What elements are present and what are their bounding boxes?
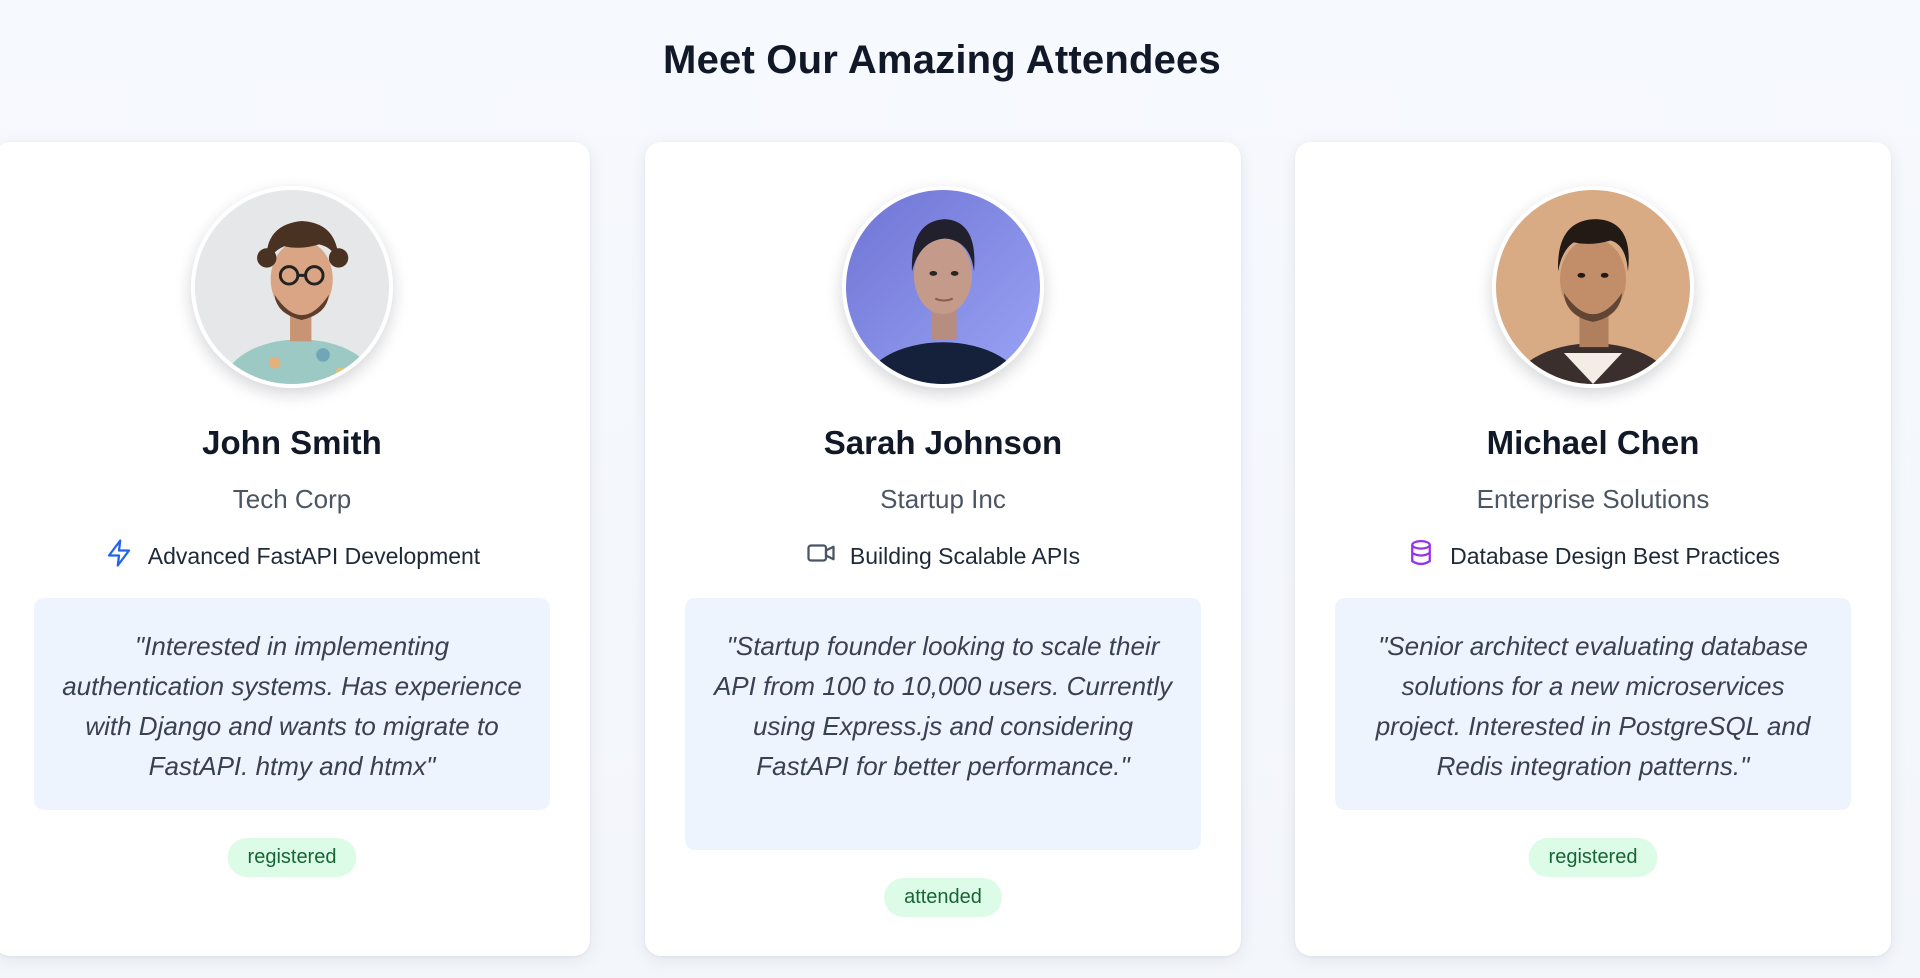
attendee-name: John Smith [202, 424, 382, 461]
page-title: Meet Our Amazing Attendees [663, 38, 1221, 82]
attendee-card: John Smith Tech Corp Advanced FastAPI De… [0, 142, 590, 956]
status-badge: attended [884, 878, 1002, 917]
topic-label: Advanced FastAPI Development [147, 542, 481, 569]
status-badge: registered [1528, 838, 1658, 877]
attendee-company: Enterprise Solutions [1476, 484, 1710, 514]
video-icon [806, 538, 836, 574]
attendee-topic: Building Scalable APIs [645, 538, 1241, 574]
attendee-company: Startup Inc [880, 484, 1006, 514]
attendee-topic: Advanced FastAPI Development [0, 538, 590, 574]
avatar [1492, 186, 1694, 388]
attendee-cards: John Smith Tech Corp Advanced FastAPI De… [0, 142, 1920, 956]
attendee-quote: "Startup founder looking to scale their … [685, 598, 1201, 850]
attendee-name: Sarah Johnson [823, 424, 1063, 461]
avatar [842, 186, 1044, 388]
lightning-icon [104, 538, 134, 574]
status-badge: registered [227, 838, 357, 877]
attendee-card: Michael Chen Enterprise Solutions Databa… [1295, 142, 1891, 956]
attendee-card: Sarah Johnson Startup Inc Building Scala… [645, 142, 1241, 956]
topic-label: Building Scalable APIs [849, 542, 1081, 569]
avatar [191, 186, 393, 388]
topic-label: Database Design Best Practices [1450, 542, 1780, 569]
attendee-topic: Database Design Best Practices [1295, 538, 1891, 574]
database-icon [1406, 538, 1436, 574]
attendee-name: Michael Chen [1486, 424, 1700, 461]
attendee-quote: "Senior architect evaluating database so… [1335, 598, 1851, 810]
attendee-company: Tech Corp [232, 484, 352, 514]
attendee-quote: "Interested in implementing authenticati… [34, 598, 550, 810]
